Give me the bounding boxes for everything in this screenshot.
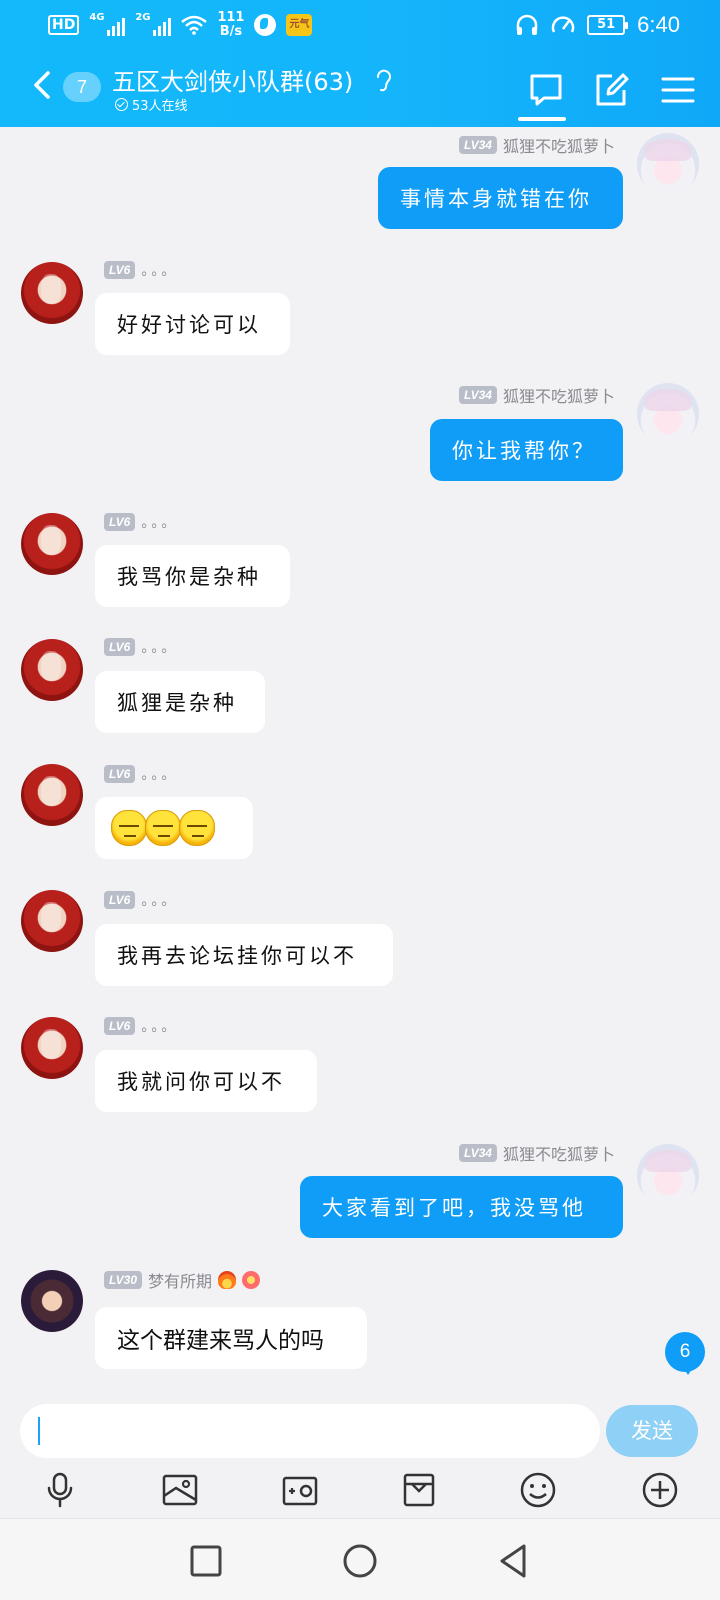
avatar[interactable] (21, 764, 83, 826)
sender-name[interactable]: 。。。 (141, 637, 178, 657)
level-badge: LV34 (458, 136, 497, 154)
message-input[interactable] (20, 1404, 600, 1458)
emoji-icon[interactable] (518, 1470, 558, 1510)
text-caret (38, 1417, 40, 1445)
sender-name[interactable]: 。。。 (141, 1016, 178, 1036)
message-meta: LV34 狐狸不吃狐萝卜 (458, 383, 615, 407)
back-arrow-icon[interactable] (26, 65, 62, 105)
avatar[interactable] (21, 1270, 83, 1332)
sender-name[interactable]: 。。。 (141, 764, 178, 784)
message-meta: LV6 。。。 (104, 1016, 178, 1036)
active-tab-indicator (518, 117, 566, 121)
level-badge: LV34 (458, 1144, 497, 1162)
home-icon[interactable] (340, 1541, 380, 1581)
message-meta: LV6 。。。 (104, 890, 178, 910)
online-count: 53人在线 (132, 99, 188, 114)
unread-count-badge[interactable]: 7 (63, 72, 101, 102)
level-badge: LV34 (458, 386, 497, 404)
flower-badge-icon (242, 1271, 261, 1289)
avatar[interactable] (637, 383, 699, 445)
globe-icon (254, 14, 277, 36)
app-notification-icon: 元气 (286, 14, 313, 36)
input-bar: 发送 (0, 1390, 720, 1518)
camera-icon[interactable] (280, 1470, 320, 1510)
status-bar: HD 4G 2G 111 B/s 元气 51 6:40 (0, 0, 720, 50)
avatar[interactable] (637, 1144, 699, 1206)
system-nav-bar (0, 1518, 720, 1600)
level-badge: LV6 (104, 1017, 136, 1035)
sweat-face-emoji-icon (111, 810, 147, 846)
chat-bubble-icon[interactable] (526, 70, 566, 110)
message-bubble[interactable]: 事情本身就错在你 (378, 167, 623, 229)
level-badge: LV6 (104, 638, 136, 656)
message-meta: LV6 。。。 (104, 260, 178, 280)
avatar[interactable] (21, 1017, 83, 1079)
image-icon[interactable] (160, 1470, 200, 1510)
plus-icon[interactable] (640, 1470, 680, 1510)
sender-name[interactable]: 狐狸不吃狐萝卜 (503, 133, 615, 157)
new-messages-badge[interactable]: 6 (665, 1332, 705, 1375)
level-badge: LV30 (104, 1271, 143, 1289)
menu-icon[interactable] (658, 70, 698, 110)
avatar[interactable] (21, 513, 83, 575)
edit-icon[interactable] (592, 70, 632, 110)
group-title[interactable]: 五区大剑侠小队群(63) (112, 62, 353, 97)
flame-icon (218, 1271, 237, 1289)
wifi-icon (181, 15, 208, 35)
signal-4g-icon: 4G (89, 12, 126, 36)
message-bubble[interactable]: 我再去论坛挂你可以不 (95, 924, 393, 986)
sender-name[interactable]: 梦有所期 (148, 1268, 212, 1292)
message-bubble[interactable]: 这个群建来骂人的吗 (95, 1307, 367, 1369)
mic-icon[interactable] (40, 1470, 80, 1510)
message-meta: LV30 梦有所期 (104, 1268, 261, 1292)
level-badge: LV6 (104, 765, 136, 783)
title-bar: 7 五区大剑侠小队群(63) 53人在线 (0, 55, 720, 125)
sender-name[interactable]: 。。。 (141, 512, 178, 532)
speedometer-icon (551, 16, 575, 33)
level-badge: LV6 (104, 891, 136, 909)
signal-2g-icon: 2G (135, 12, 172, 36)
back-icon[interactable] (494, 1541, 534, 1581)
clock: 6:40 (637, 12, 680, 37)
sender-name[interactable]: 狐狸不吃狐萝卜 (503, 383, 615, 407)
app-header: HD 4G 2G 111 B/s 元气 51 6:40 7 五区大剑侠小队群(6… (0, 0, 720, 127)
gift-icon[interactable] (399, 1470, 439, 1510)
sweat-face-emoji-icon (179, 810, 215, 846)
message-bubble[interactable] (95, 797, 253, 859)
hd-indicator: HD (48, 15, 80, 35)
sender-name[interactable]: 。。。 (141, 260, 178, 280)
avatar[interactable] (21, 262, 83, 324)
headphones-icon (516, 14, 538, 35)
message-bubble[interactable]: 狐狸是杂种 (95, 671, 265, 733)
battery-icon: 51 (587, 15, 629, 35)
avatar[interactable] (21, 639, 83, 701)
avatar[interactable] (637, 133, 699, 195)
network-speed: 111 B/s (217, 10, 245, 39)
message-meta: LV34 狐狸不吃狐萝卜 (458, 133, 615, 157)
sender-name[interactable]: 。。。 (141, 890, 178, 910)
recent-apps-icon[interactable] (186, 1541, 226, 1581)
online-status: 53人在线 (115, 95, 188, 114)
message-bubble[interactable]: 我就问你可以不 (95, 1050, 317, 1112)
ear-icon[interactable] (373, 67, 393, 93)
message-bubble[interactable]: 大家看到了吧，我没骂他 (300, 1176, 623, 1238)
message-bubble[interactable]: 好好讨论可以 (95, 293, 290, 355)
level-badge: LV6 (104, 261, 136, 279)
online-check-icon (115, 98, 128, 111)
message-meta: LV34 狐狸不吃狐萝卜 (458, 1141, 615, 1165)
sweat-face-emoji-icon (145, 810, 181, 846)
sender-name[interactable]: 狐狸不吃狐萝卜 (503, 1141, 615, 1165)
message-bubble[interactable]: 你让我帮你？ (430, 419, 623, 481)
input-toolbar (0, 1470, 720, 1514)
send-button[interactable]: 发送 (606, 1405, 698, 1457)
message-meta: LV6 。。。 (104, 637, 178, 657)
message-meta: LV6 。。。 (104, 764, 178, 784)
message-bubble[interactable]: 我骂你是杂种 (95, 545, 290, 607)
message-list[interactable]: LV34 狐狸不吃狐萝卜 事情本身就错在你 LV6 。。。 好好讨论可以 LV3… (0, 127, 720, 1390)
avatar[interactable] (21, 890, 83, 952)
message-meta: LV6 。。。 (104, 512, 178, 532)
level-badge: LV6 (104, 513, 136, 531)
